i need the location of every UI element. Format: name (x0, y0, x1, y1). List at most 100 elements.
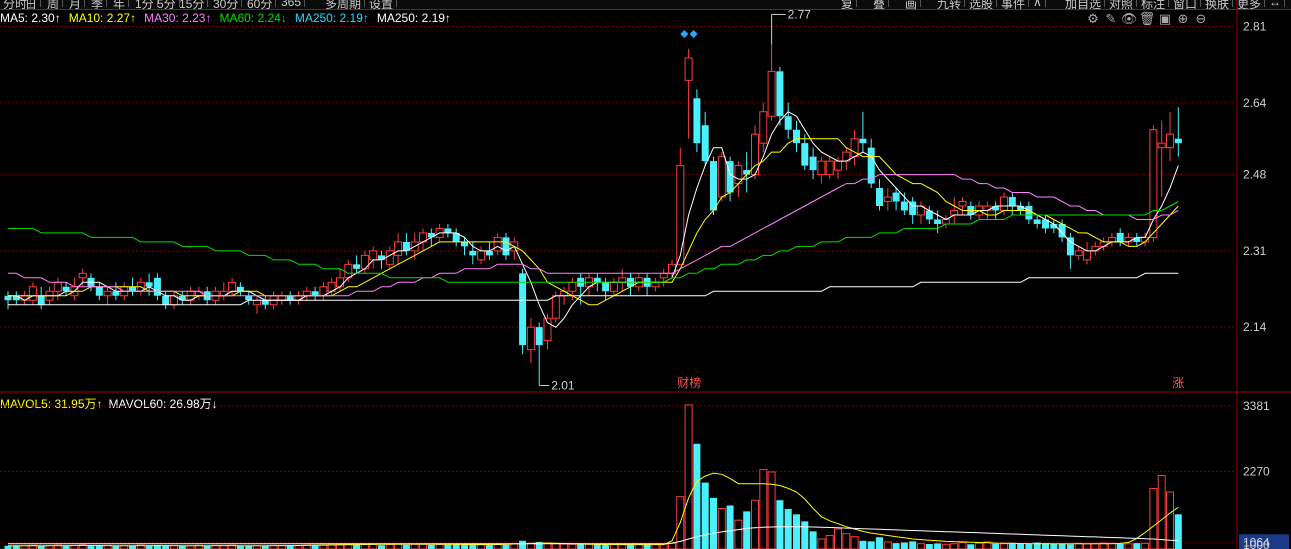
volume-bar-down (311, 545, 319, 549)
candle-up (1000, 196, 1008, 211)
candle-up (277, 295, 286, 301)
candle-down (992, 206, 1000, 211)
volume-bar-down (1066, 544, 1074, 549)
candle-down (602, 282, 610, 292)
candle-up (825, 160, 834, 176)
volume-bar-up (410, 543, 419, 549)
candle-down (129, 286, 136, 292)
candle-down (62, 286, 70, 292)
volume-tick-label: 2270 (1243, 464, 1270, 478)
volume-bar-up (634, 543, 643, 549)
candle-up (219, 290, 228, 297)
volume-bar-down (892, 543, 900, 549)
candle-down (776, 71, 784, 117)
volume-bar-up (883, 541, 892, 549)
volume-bar-down (1116, 543, 1124, 549)
event-diamond-icon (680, 30, 689, 38)
candle-down (378, 255, 385, 260)
volume-bar-up (568, 543, 577, 549)
candle-down (353, 264, 361, 269)
candle-down (892, 192, 900, 202)
volume-bar-up (435, 543, 444, 549)
volume-bar-down (867, 541, 875, 549)
candle-up (394, 241, 403, 256)
volume-bar-down (876, 537, 883, 549)
volume-bar-up (950, 543, 959, 549)
candle-up (103, 290, 112, 297)
volume-bar-up (1000, 543, 1008, 549)
volume-bar-up (1157, 475, 1166, 549)
volume-bar-up (219, 545, 228, 549)
candle-up (759, 111, 768, 144)
candle-up (651, 281, 660, 288)
volume-bar-down (502, 544, 510, 549)
volume-bar-down (427, 544, 435, 549)
candle-down (245, 295, 253, 301)
volume-bar-down (909, 541, 917, 549)
volume-bar-up (385, 543, 394, 549)
ma-line-ma30 (8, 174, 1179, 297)
candle-up (1124, 236, 1133, 243)
volume-bar-down (934, 543, 942, 549)
volume-bar-down (992, 543, 1000, 549)
candle-down (710, 161, 717, 211)
candle-up (983, 205, 992, 211)
candle-up (609, 281, 618, 292)
price-tick-label: 2.14 (1243, 320, 1267, 334)
volume-bar-up (825, 534, 834, 549)
volume-bar-down (726, 505, 734, 549)
candle-up (834, 160, 842, 171)
volume-bar-up (1124, 543, 1133, 549)
candle-up (53, 281, 62, 292)
price-tick-label: 2.81 (1243, 19, 1267, 33)
candle-down (311, 291, 319, 296)
candle-up (684, 57, 693, 81)
event-label: 涨 (1172, 375, 1184, 390)
candle-up (941, 218, 950, 225)
candle-up (385, 250, 394, 265)
candle-up (78, 272, 87, 279)
event-diamond-icon (689, 30, 698, 38)
volume-bar-up (850, 536, 859, 549)
mavol5-line (7, 472, 1179, 547)
volume-bar-down (1133, 543, 1141, 549)
volume-tick-label: 3381 (1243, 399, 1270, 413)
volume-bar-up (609, 544, 618, 549)
volume-bar-up (759, 469, 768, 549)
high-label: 2.77 (788, 7, 812, 21)
volume-bar-up (751, 499, 759, 549)
candle-up (1107, 236, 1116, 243)
candle-down (519, 273, 527, 346)
candle-down (112, 291, 120, 296)
volume-bar-down (378, 545, 385, 549)
candle-down (162, 295, 170, 305)
volume-bar-up (684, 404, 693, 549)
candle-down (12, 295, 20, 301)
volume-bar-up (360, 544, 369, 549)
volume-bar-down (402, 544, 410, 549)
candle-up (302, 290, 311, 297)
volume-bar-up (419, 543, 427, 549)
volume-bar-down (485, 544, 493, 549)
candle-down (934, 219, 942, 224)
event-label: 财榜 (677, 375, 701, 390)
candle-down (1116, 232, 1124, 242)
volume-bar-down (776, 500, 784, 549)
candle-up (1099, 241, 1108, 247)
volume-bar-up (668, 542, 676, 549)
candle-down (701, 125, 709, 162)
volume-bar-down (593, 544, 601, 549)
volume-bar-up (1149, 487, 1158, 549)
candle-up (560, 290, 569, 297)
volume-bar-up (958, 542, 967, 549)
candle-up (253, 299, 261, 306)
candle-up (194, 290, 203, 297)
volume-bar-down (701, 482, 709, 549)
candle-up (477, 250, 486, 261)
candle-up (294, 295, 303, 301)
volume-bar-up (975, 542, 984, 549)
volume-bar-up (941, 543, 950, 549)
candle-down (95, 286, 103, 296)
volume-bar-up (394, 543, 403, 549)
volume-bar-down (1058, 543, 1066, 549)
